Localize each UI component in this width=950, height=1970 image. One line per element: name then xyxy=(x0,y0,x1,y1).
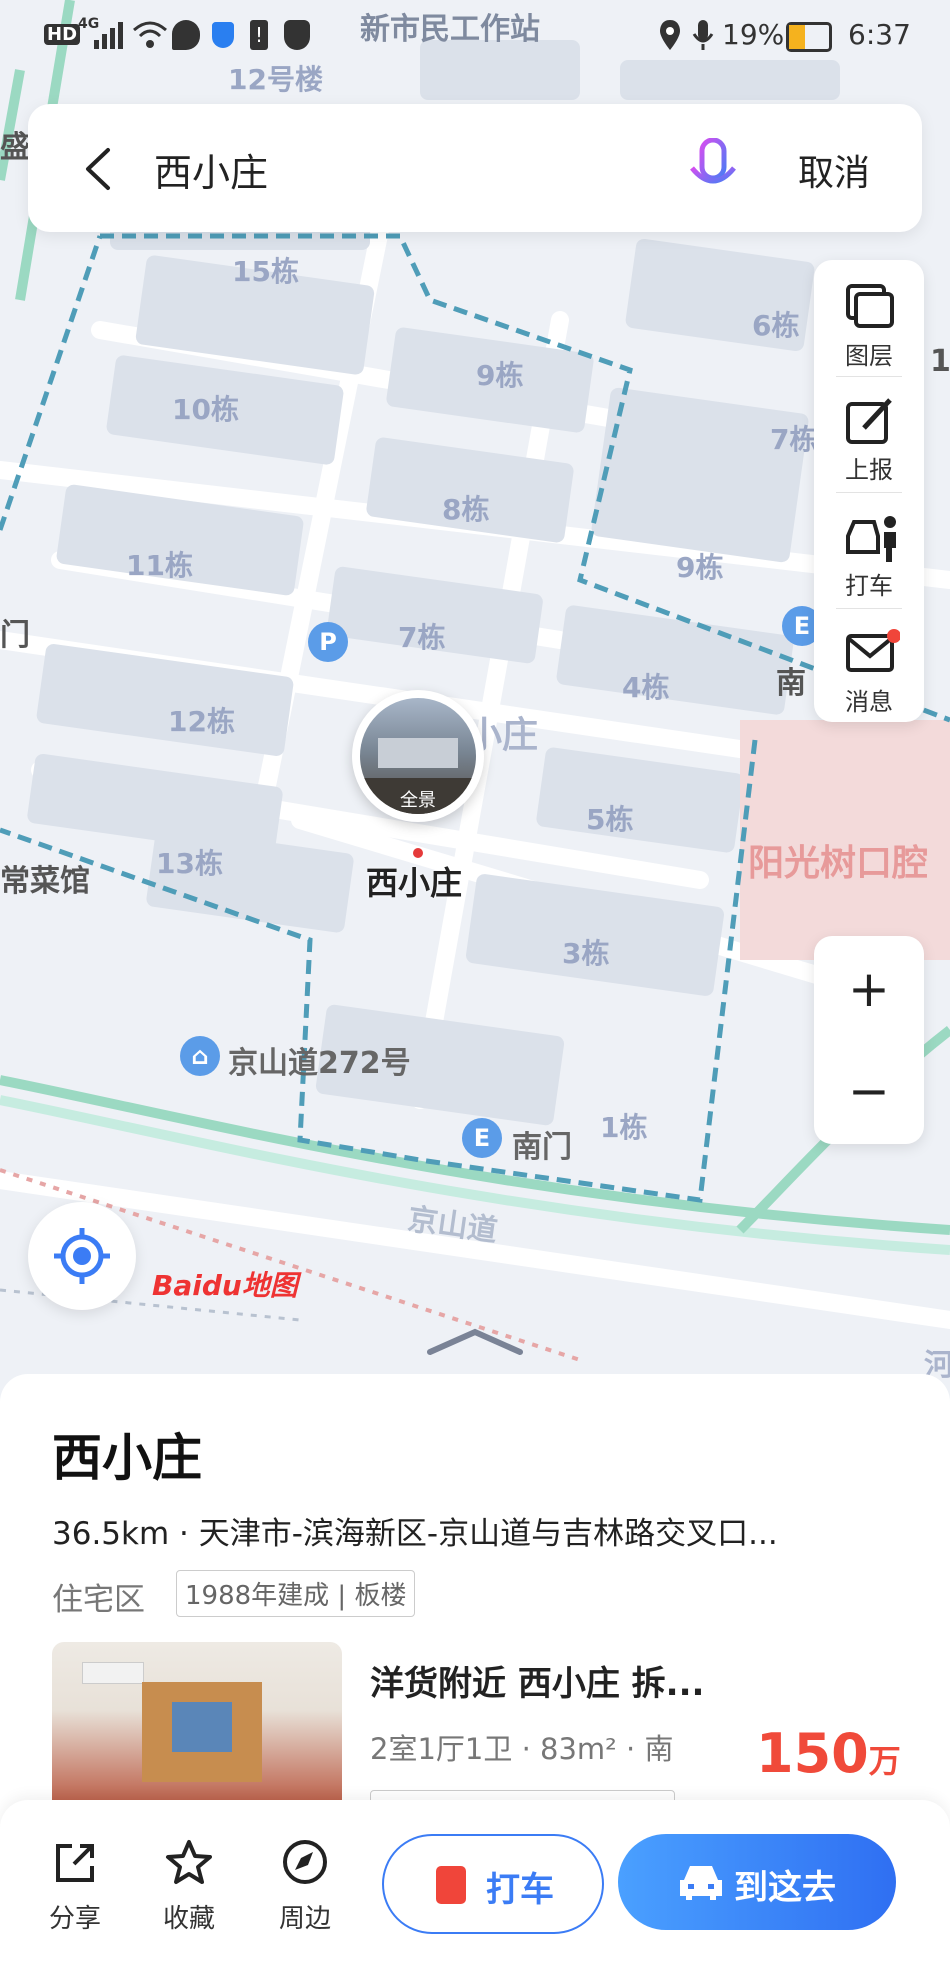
building-label: 3栋 xyxy=(562,937,610,970)
edge-label: 盛 xyxy=(0,130,30,165)
listing-price-unit: 万 xyxy=(868,1742,901,1780)
edge-label: 南 xyxy=(776,666,806,701)
building-label: 12栋 xyxy=(168,705,235,738)
building-label: 9栋 xyxy=(676,551,724,584)
building-label: 7栋 xyxy=(398,621,446,654)
listing-photo xyxy=(52,1642,342,1812)
shield-icon xyxy=(212,22,234,48)
signal-icon xyxy=(94,22,123,49)
share-button[interactable]: 分享 xyxy=(30,1836,120,1934)
hd-icon: HD xyxy=(44,24,81,45)
locate-button[interactable] xyxy=(28,1202,136,1310)
building-label: 9栋 xyxy=(476,359,524,392)
battery-percent: 19% xyxy=(722,18,785,51)
building-label: 10栋 xyxy=(172,393,239,426)
zoom-out-button[interactable]: − xyxy=(814,1046,924,1136)
panorama-thumbnail: 全景 xyxy=(360,698,476,814)
hospital-label: 阳光树口腔 xyxy=(748,843,929,884)
share-icon xyxy=(56,1844,94,1882)
taxi-icon xyxy=(846,516,896,562)
pin-dot xyxy=(413,848,423,858)
messages-button[interactable]: 消息 xyxy=(814,612,924,724)
red-envelope-icon xyxy=(436,1866,466,1904)
back-icon[interactable] xyxy=(82,146,112,192)
panorama-pin[interactable]: 全景 xyxy=(352,690,484,822)
building-label: 13栋 xyxy=(156,847,223,880)
go-button-label: 到这去 xyxy=(734,1868,836,1908)
nearby-button[interactable]: 周边 xyxy=(260,1836,350,1934)
car-icon xyxy=(680,1866,722,1900)
place-address: 36.5km · 天津市-滨海新区-京山道与吉林路交叉口... xyxy=(52,1516,778,1552)
building-poi-icon[interactable]: ⌂ xyxy=(180,1036,220,1076)
place-name: 西小庄 xyxy=(52,1429,202,1487)
listing-price: 150万 xyxy=(756,1722,901,1785)
building-label: 15栋 xyxy=(232,255,299,288)
cancel-button[interactable]: 取消 xyxy=(798,144,870,196)
location-icon xyxy=(660,20,680,50)
mic-status-icon xyxy=(692,20,714,50)
status-bar: HD 4G ! 19% 6:37 xyxy=(0,0,950,72)
panorama-label: 全景 xyxy=(400,790,436,811)
search-query[interactable]: 西小庄 xyxy=(154,142,268,197)
gate-poi-icon[interactable]: E xyxy=(462,1118,502,1158)
edit-icon xyxy=(846,398,892,444)
search-bar[interactable]: 西小庄 取消 xyxy=(28,104,922,232)
messages-label: 消息 xyxy=(845,688,893,716)
battery-icon xyxy=(786,22,832,52)
voice-icon[interactable] xyxy=(688,138,738,200)
mail-icon xyxy=(846,629,900,672)
layers-icon xyxy=(846,284,894,328)
edge-label: 门 xyxy=(0,618,30,653)
listing-price-value: 150 xyxy=(756,1722,869,1785)
favorite-button[interactable]: 收藏 xyxy=(144,1836,234,1934)
alert-icon: ! xyxy=(250,20,268,50)
taxi-button-label: 打车 xyxy=(486,1870,554,1910)
listing-specs: 2室1厅1卫 · 83m² · 南 xyxy=(370,1732,674,1766)
vpn-icon xyxy=(284,20,310,50)
listing-card[interactable]: 洋货附近 西小庄 拆... 2室1厅1卫 · 83m² · 南 150万 近地铁… xyxy=(52,1642,902,1831)
listing-title: 洋货附近 西小庄 拆... xyxy=(370,1664,705,1704)
taxi-tool-button[interactable]: 打车 xyxy=(814,496,924,608)
report-button[interactable]: 上报 xyxy=(814,380,924,492)
locate-icon xyxy=(54,1228,110,1284)
share-label: 分享 xyxy=(48,1904,101,1934)
layers-button[interactable]: 图层 xyxy=(814,266,924,378)
taxi-button[interactable]: 打车 xyxy=(382,1834,604,1934)
star-icon xyxy=(166,1840,212,1884)
building-label: 6栋 xyxy=(752,309,800,342)
baidu-logo: Baidu地图 xyxy=(152,1269,298,1302)
nearby-label: 周边 xyxy=(278,1904,331,1934)
report-label: 上报 xyxy=(845,456,893,484)
zoom-in-button[interactable]: + xyxy=(814,944,924,1034)
building-label: 7栋 xyxy=(770,423,818,456)
compass-icon xyxy=(283,1840,327,1884)
baidu-app-icon xyxy=(172,20,200,50)
building-label: 1栋 xyxy=(600,1111,648,1144)
edge-label: 1 xyxy=(930,344,950,379)
building-label: 4栋 xyxy=(622,671,670,704)
pin-label: 西小庄 xyxy=(366,864,463,902)
poi-nanmen-label[interactable]: 南门 xyxy=(512,1122,572,1166)
building-label: 8栋 xyxy=(442,493,490,526)
map-tools-panel: 图层 上报 打车 消息 xyxy=(814,260,924,722)
zoom-control: + − xyxy=(814,936,924,1144)
building-label: 11栋 xyxy=(126,549,193,582)
wifi-icon xyxy=(133,21,167,48)
favorite-label: 收藏 xyxy=(162,1904,215,1934)
place-category: 住宅区 xyxy=(52,1582,145,1618)
go-button[interactable]: 到这去 xyxy=(618,1834,896,1930)
layers-label: 图层 xyxy=(845,342,893,370)
clock: 6:37 xyxy=(848,18,911,51)
place-tag: 1988年建成 | 板楼 xyxy=(176,1570,416,1617)
edge-label: 常菜馆 xyxy=(0,864,90,899)
building-label: 5栋 xyxy=(586,803,634,836)
poi-jingshan-label[interactable]: 京山道272号 xyxy=(228,1038,411,1082)
taxi-tool-label: 打车 xyxy=(845,572,893,600)
parking-icon[interactable]: P xyxy=(308,622,348,662)
